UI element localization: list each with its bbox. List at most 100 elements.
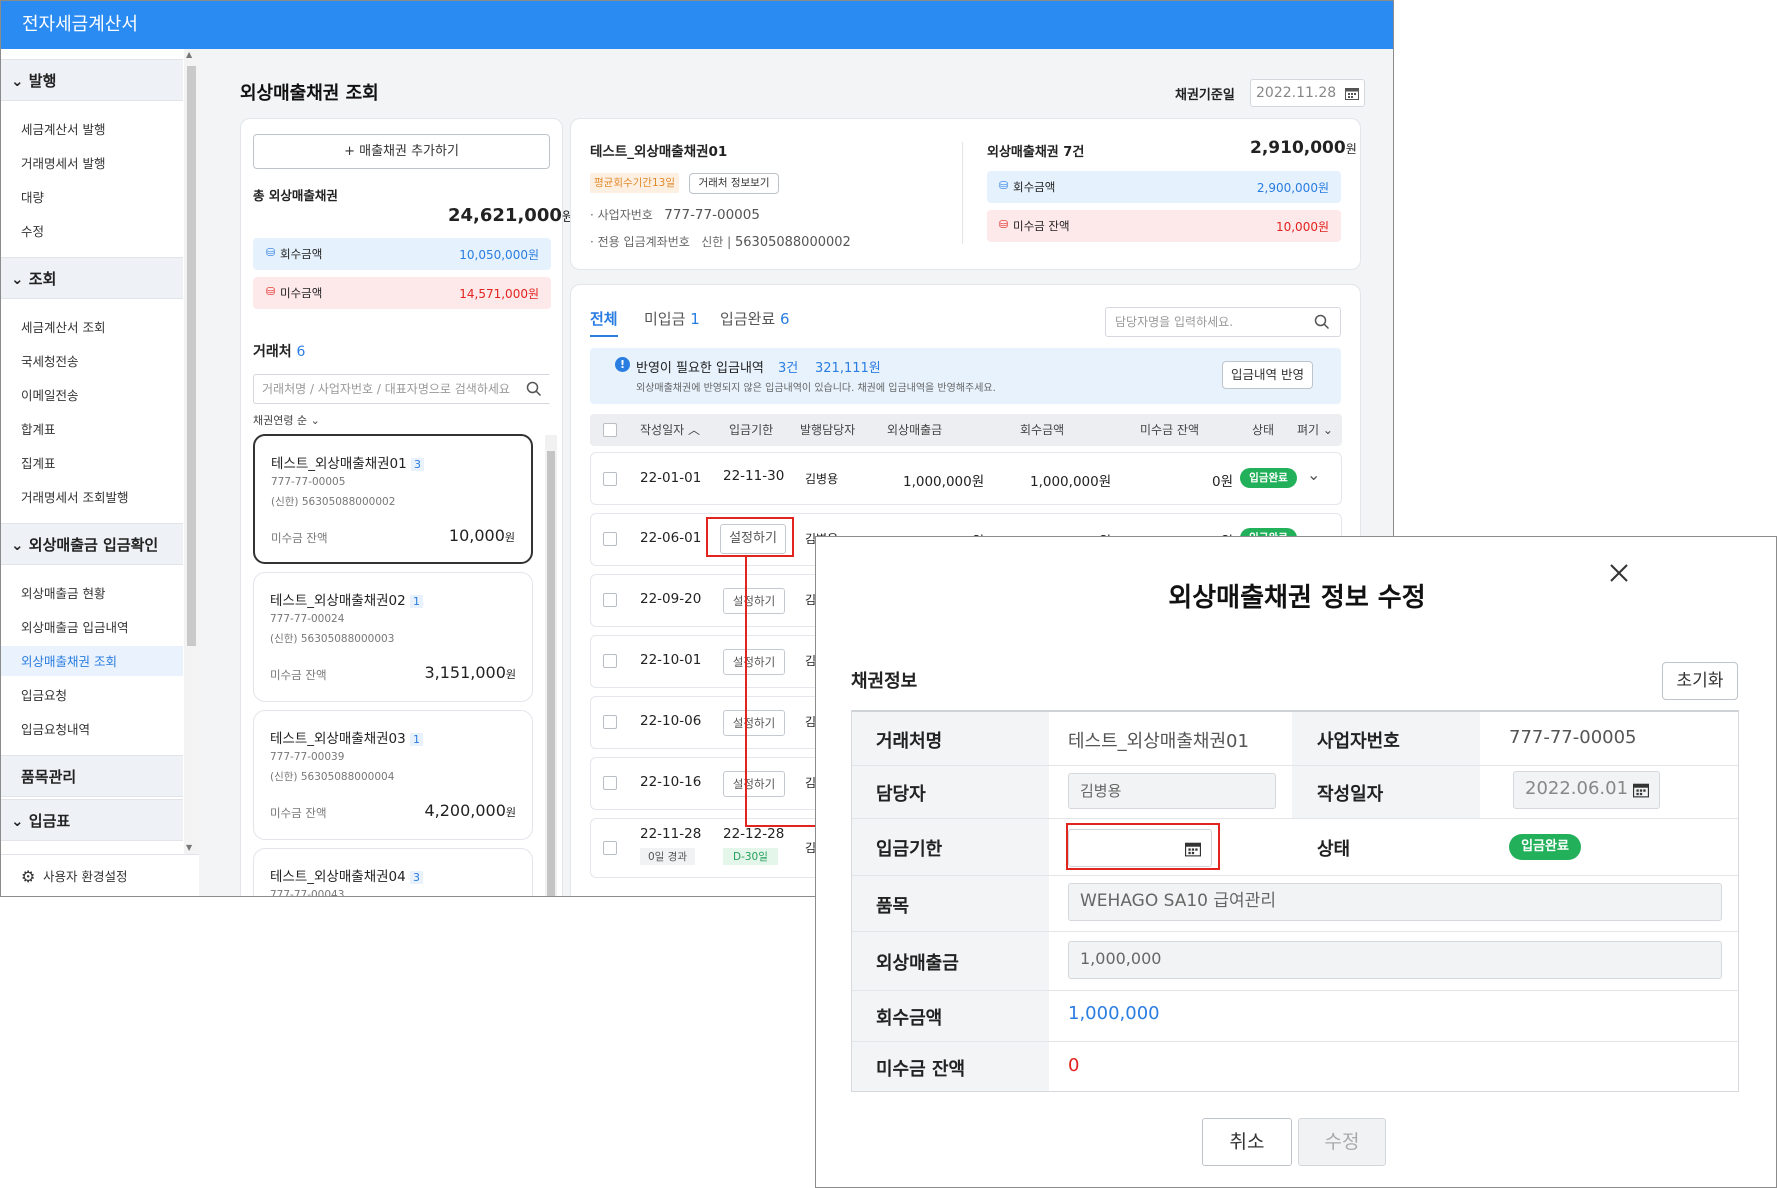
collected-value: 10,050,000원: [459, 248, 539, 262]
partner-card[interactable]: 테스트_외상매출채권02 1 777-77-00024 (신한) 5630508…: [253, 572, 533, 702]
sidebar-item-summary-table[interactable]: 합계표: [21, 421, 56, 439]
sidebar-item-statement-inquiry[interactable]: 거래명세서 조회발행: [21, 489, 128, 507]
uncollected-box: ⛁ 미수금액 14,571,000원: [253, 277, 551, 309]
col-amount: 외상매출금: [887, 423, 943, 437]
partner-name-value: 테스트_외상매출채권01: [1068, 731, 1249, 752]
scroll-up-icon[interactable]: ▲: [186, 50, 192, 59]
tab-all[interactable]: 전체: [590, 308, 618, 337]
reset-button[interactable]: 초기화: [1662, 662, 1738, 700]
partner-card[interactable]: 테스트_외상매출채권01 3 777-77-00005 (신한) 5630508…: [253, 434, 533, 564]
partner-card[interactable]: 테스트_외상매출채권04 3 777-77-00043: [253, 848, 533, 896]
add-receivable-button[interactable]: + 매출채권 추가하기: [253, 134, 550, 169]
receivable-amount-field[interactable]: 1,000,000: [1068, 941, 1722, 979]
write-date-field[interactable]: 2022.06.01: [1513, 771, 1660, 809]
collected-box: ⛁ 회수금액 10,050,000원: [253, 238, 551, 270]
sidebar-section-items[interactable]: 품목관리: [1, 755, 183, 797]
partner-info-button[interactable]: 거래처 정보보기: [689, 173, 779, 194]
receivable-amount-label: 외상매출금: [876, 953, 959, 974]
gear-icon: ⚙: [21, 867, 36, 886]
scroll-down-icon[interactable]: ▼: [186, 843, 192, 852]
sidebar-item-statement-issue[interactable]: 거래명세서 발행: [21, 155, 105, 173]
partner-name-label: 거래처명: [876, 731, 943, 752]
sidebar-item-deposit-request-history[interactable]: 입금요청내역: [21, 721, 90, 739]
row-checkbox[interactable]: [603, 472, 617, 486]
sidebar-item-email-send[interactable]: 이메일전송: [21, 387, 79, 405]
item-label: 품목: [876, 896, 910, 917]
sidebar-item-tax-invoice-issue[interactable]: 세금계산서 발행: [21, 121, 105, 139]
coin-icon: ⛁: [999, 218, 1009, 231]
write-date-label: 작성일자: [1317, 784, 1384, 805]
set-due-button[interactable]: 설정하기: [723, 771, 785, 797]
highlight-set-due: [706, 517, 794, 557]
row-checkbox[interactable]: [603, 776, 617, 790]
tab-unpaid[interactable]: 미입금 1: [644, 308, 700, 329]
col-date[interactable]: 작성일자 ︿: [640, 421, 700, 438]
cancel-button[interactable]: 취소: [1202, 1118, 1292, 1166]
bizno-value: 777-77-00005: [1509, 727, 1637, 748]
row-checkbox[interactable]: [603, 654, 617, 668]
status-label: 상태: [1317, 839, 1351, 860]
sidebar-item-aggregate[interactable]: 집계표: [21, 455, 56, 473]
bizno-label: 사업자번호: [1317, 731, 1400, 752]
balance-value: 0: [1068, 1055, 1080, 1076]
col-expand[interactable]: 펴기 ⌄: [1297, 421, 1333, 438]
search-icon[interactable]: [1314, 314, 1330, 330]
edit-receivable-modal: 외상매출채권 정보 수정 채권정보 초기화 거래처명 테스트_외상매출채권01 …: [815, 536, 1777, 1188]
receivable-count-label: 외상매출채권 7건: [987, 145, 1085, 160]
detail-account: · 전용 입금계좌번호 신한 | 56305088000002: [590, 235, 851, 250]
detail-collected-box: ⛁ 회수금액 2,900,000원: [987, 171, 1341, 203]
deposit-notice: ! 반영이 필요한 입금내역 3건 321,111원 외상매출채권에 반영되지 …: [590, 348, 1341, 404]
col-due: 입금기한: [729, 423, 774, 437]
uncollected-value: 14,571,000원: [459, 287, 539, 301]
calendar-icon: [1345, 88, 1359, 100]
total-receivable-label: 총 외상매출채권: [253, 188, 338, 203]
partner-search-input[interactable]: 거래처명 / 사업자번호 / 대표자명으로 검색하세요: [253, 374, 551, 404]
base-date-input[interactable]: 2022.11.28: [1250, 79, 1365, 107]
row-checkbox[interactable]: [603, 593, 617, 607]
table-header: [590, 414, 1342, 446]
collected-amount-value: 1,000,000: [1068, 1003, 1160, 1024]
set-due-button[interactable]: 설정하기: [723, 649, 785, 675]
detail-balance-box: ⛁ 미수금 잔액 10,000원: [987, 210, 1341, 242]
manager-search-input[interactable]: 담당자명을 입력하세요.: [1105, 307, 1341, 337]
submit-button[interactable]: 수정: [1298, 1118, 1386, 1166]
sidebar-item-receivable-inquiry[interactable]: 외상매출채권 조회: [21, 653, 117, 671]
col-balance: 미수금 잔액: [1140, 423, 1200, 437]
sidebar-item-modify[interactable]: 수정: [21, 223, 44, 241]
close-icon[interactable]: [1609, 563, 1629, 583]
sidebar-section-receivable[interactable]: ⌄ 외상매출금 입금확인: [1, 523, 183, 565]
search-icon[interactable]: [526, 381, 542, 397]
sidebar-item-receivable-deposits[interactable]: 외상매출금 입금내역: [21, 619, 128, 637]
chevron-down-icon[interactable]: ⌄: [1307, 465, 1320, 484]
sidebar-item-receivable-status[interactable]: 외상매출금 현황: [21, 585, 105, 603]
sidebar-item-bulk[interactable]: 대량: [21, 189, 44, 207]
sidebar-item-nts-send[interactable]: 국세청전송: [21, 353, 79, 371]
row-checkbox[interactable]: [603, 841, 617, 855]
collected-amount-label: 회수금액: [876, 1008, 943, 1029]
set-due-button[interactable]: 설정하기: [723, 588, 785, 614]
partner-list-scroll-thumb[interactable]: [547, 451, 555, 896]
row-checkbox[interactable]: [603, 715, 617, 729]
sidebar-scroll-thumb[interactable]: [187, 66, 196, 646]
tab-paid[interactable]: 입금완료 6: [720, 308, 790, 329]
detail-bizno: · 사업자번호 777-77-00005: [590, 207, 760, 223]
row-checkbox[interactable]: [603, 532, 617, 546]
user-settings[interactable]: ⚙ 사용자 환경설정: [1, 854, 199, 896]
sidebar-section-issue[interactable]: ⌄ 발행: [1, 59, 183, 101]
status-badge: 입금완료: [1509, 834, 1581, 860]
item-field[interactable]: WEHAGO SA10 급여관리: [1068, 883, 1722, 921]
sidebar-section-receipt[interactable]: ⌄ 입금표: [1, 799, 183, 841]
connector-line: [745, 556, 747, 827]
apply-deposits-button[interactable]: 입금내역 반영: [1222, 361, 1313, 389]
modal-title: 외상매출채권 정보 수정: [1168, 583, 1426, 613]
coin-icon: ⛁: [999, 179, 1009, 192]
sidebar-item-tax-invoice-inquiry[interactable]: 세금계산서 조회: [21, 319, 105, 337]
partner-card[interactable]: 테스트_외상매출채권03 1 777-77-00039 (신한) 5630508…: [253, 710, 533, 840]
balance-label: 미수금 잔액: [876, 1059, 966, 1080]
set-due-button[interactable]: 설정하기: [723, 710, 785, 736]
select-all-checkbox[interactable]: [603, 423, 617, 437]
sort-dropdown[interactable]: 채권연령 순 ⌄: [253, 412, 320, 428]
sidebar-item-deposit-request[interactable]: 입금요청: [21, 687, 67, 705]
sidebar-section-inquiry[interactable]: ⌄ 조회: [1, 257, 183, 299]
manager-field[interactable]: 김병용: [1068, 773, 1276, 809]
